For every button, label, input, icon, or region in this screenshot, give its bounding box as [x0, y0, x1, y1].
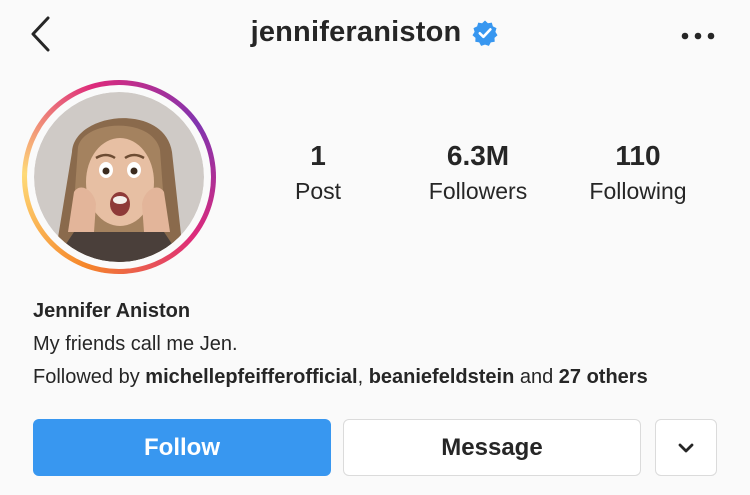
more-options-button[interactable]: [678, 20, 718, 52]
top-bar: jenniferaniston: [0, 0, 750, 72]
profile-page: jenniferaniston 1 Post 6.3M Followers 11…: [0, 0, 750, 495]
story-ring[interactable]: [22, 80, 216, 274]
title-wrap: jenniferaniston: [0, 16, 750, 49]
following-value: 110: [615, 140, 661, 171]
followed-user-link[interactable]: michellepfeifferofficial: [145, 366, 357, 388]
followers-label: Followers: [428, 178, 528, 204]
profile-display-name: Jennifer Aniston: [33, 300, 191, 322]
following-count[interactable]: 110 Following: [558, 140, 718, 208]
followers-value: 6.3M: [446, 140, 510, 171]
ellipsis-icon: [681, 32, 715, 40]
followed-user-link[interactable]: beaniefeldstein: [369, 366, 515, 388]
followed-prefix: Followed by: [33, 366, 146, 388]
profile-bio: Jennifer Aniston My friends call me Jen.…: [33, 298, 733, 390]
following-label: Following: [589, 178, 687, 204]
follow-button[interactable]: Follow: [33, 419, 331, 476]
profile-stats: 1 Post 6.3M Followers 110 Following: [238, 140, 718, 220]
followers-count[interactable]: 6.3M Followers: [398, 140, 558, 208]
bio-text: My friends call me Jen.: [33, 333, 238, 355]
followed-by-line: Followed by michellepfeifferofficial, be…: [33, 364, 733, 390]
avatar-gap: [27, 85, 211, 269]
followed-others-link[interactable]: 27 others: [559, 366, 648, 388]
followed-and: and: [514, 366, 559, 388]
posts-value: 1: [310, 140, 326, 171]
verified-badge-icon: [472, 20, 498, 46]
posts-label: Post: [294, 178, 342, 204]
avatar: [34, 92, 204, 262]
suggested-accounts-button[interactable]: [655, 419, 717, 476]
chevron-down-icon: [678, 443, 694, 452]
posts-count[interactable]: 1 Post: [238, 140, 398, 208]
profile-username: jenniferaniston: [250, 16, 462, 48]
followed-separator: ,: [357, 366, 369, 388]
message-button[interactable]: Message: [343, 419, 641, 476]
